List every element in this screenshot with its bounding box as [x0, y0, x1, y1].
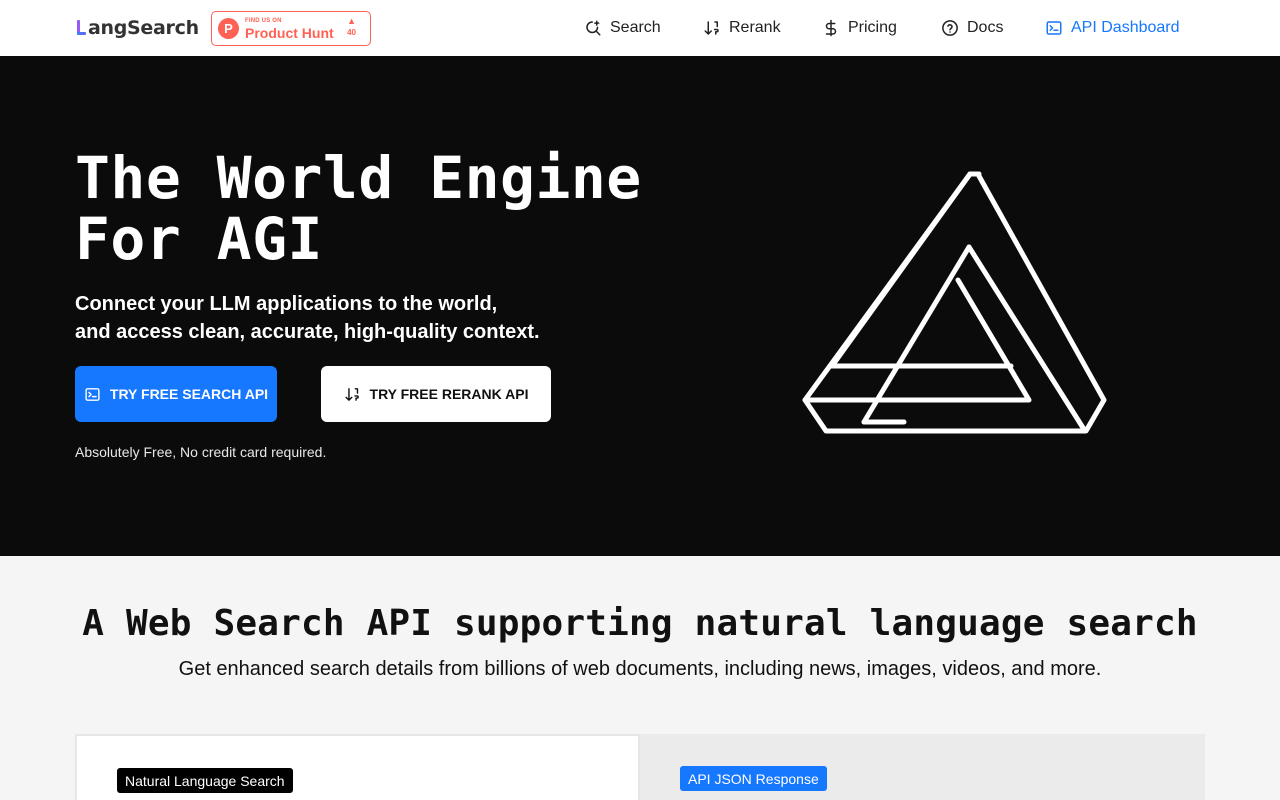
api-json-response-tag: API JSON Response	[680, 766, 827, 791]
natural-language-search-tag: Natural Language Search	[117, 768, 293, 793]
product-hunt-label: Product Hunt	[245, 24, 334, 41]
sort-arrows-icon	[704, 21, 719, 35]
hero-title: The World Engine For AGI	[75, 144, 642, 273]
nav-docs-label: Docs	[967, 19, 1004, 36]
product-hunt-small-label: FIND US ON	[245, 17, 282, 24]
nav-api-dashboard-label: API Dashboard	[1071, 19, 1180, 36]
nav-rerank[interactable]: Rerank	[703, 0, 781, 56]
hero-subtitle-line-2: and access clean, accurate, high-quality…	[75, 321, 540, 343]
nav-search-label: Search	[610, 19, 661, 36]
terminal-icon	[1046, 21, 1062, 35]
hero-subtitle-line-1: Connect your LLM applications to the wor…	[75, 293, 498, 315]
hero-section: The World Engine For AGI Connect your LL…	[0, 56, 1280, 556]
section-title: A Web Search API supporting natural lang…	[82, 603, 1198, 644]
sort-arrows-icon	[344, 387, 359, 401]
try-free-rerank-api-label: TRY FREE RERANK API	[369, 386, 529, 402]
nav-api-dashboard[interactable]: API Dashboard	[1045, 0, 1180, 56]
dollar-icon	[825, 19, 837, 37]
terminal-icon	[85, 387, 100, 401]
try-free-rerank-api-button[interactable]: TRY FREE RERANK API	[321, 366, 551, 422]
nav-rerank-label: Rerank	[729, 19, 781, 36]
hero-subtitle: Connect your LLM applications to the wor…	[75, 290, 635, 346]
product-hunt-badge[interactable]: P FIND US ON Product Hunt ▲ 40	[211, 11, 371, 46]
penrose-triangle-illustration	[802, 171, 1107, 434]
search-sparkle-icon	[586, 20, 601, 36]
hero-note: Absolutely Free, No credit card required…	[75, 444, 327, 460]
nav-search[interactable]: Search	[584, 0, 661, 56]
section-subtitle: Get enhanced search details from billion…	[178, 658, 1102, 680]
upvote-icon: ▲	[347, 16, 356, 26]
try-free-search-api-label: TRY FREE SEARCH API	[109, 386, 269, 402]
question-circle-icon	[942, 20, 958, 36]
nav-docs[interactable]: Docs	[941, 0, 1003, 56]
product-hunt-icon: P	[218, 18, 239, 39]
site-header: angSearch P FIND US ON Product Hunt ▲ 40…	[0, 0, 1280, 56]
logo[interactable]: angSearch	[75, 14, 199, 42]
product-hunt-vote-count: 40	[347, 28, 356, 37]
nav-pricing-label: Pricing	[848, 19, 897, 36]
logo-mark-icon	[75, 17, 87, 39]
try-free-search-api-button[interactable]: TRY FREE SEARCH API	[75, 366, 277, 422]
nav-pricing[interactable]: Pricing	[822, 0, 897, 56]
logo-text: angSearch	[88, 17, 199, 39]
